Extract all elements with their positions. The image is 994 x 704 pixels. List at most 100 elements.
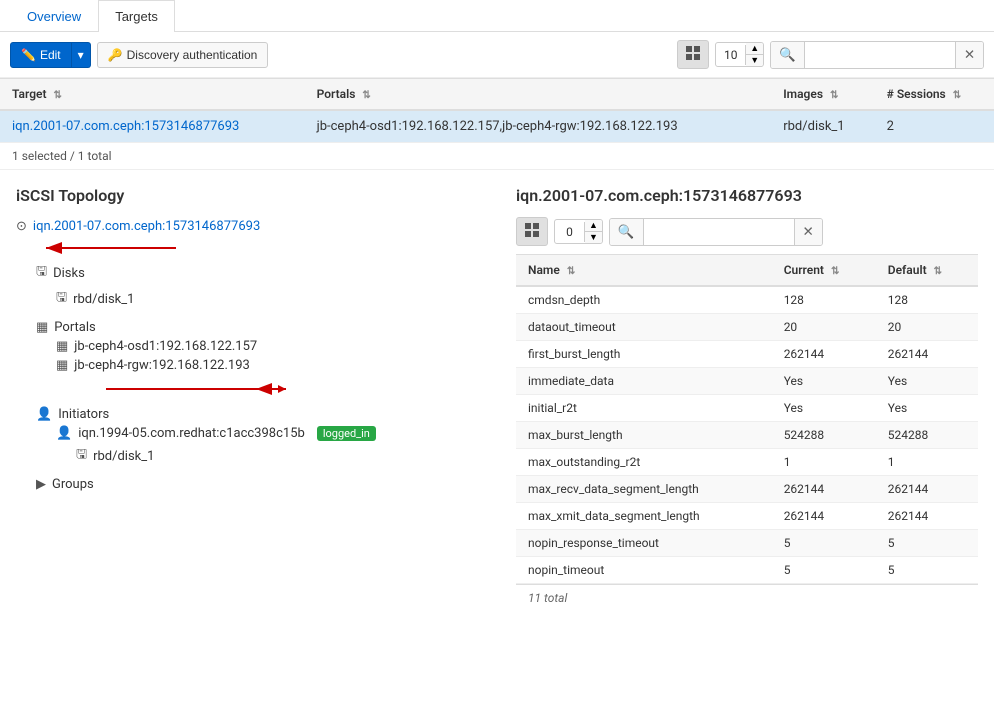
tree-item-disks[interactable]: 🖫 Disks <box>36 260 516 286</box>
sort-icon-sessions: ⇅ <box>953 90 961 101</box>
grid-icon <box>686 46 700 63</box>
settings-row[interactable]: max_recv_data_segment_length 262144 2621… <box>516 476 978 503</box>
panel-per-page-up[interactable]: ▲ <box>585 220 602 232</box>
settings-row[interactable]: cmdsn_depth 128 128 <box>516 286 978 314</box>
sort-icon-default: ⇅ <box>934 266 942 277</box>
tree-initiator-disk-label: rbd/disk_1 <box>93 449 154 464</box>
panel-search-clear-button[interactable]: ✕ <box>794 219 822 245</box>
tree-initiators-label: Initiators <box>58 407 109 422</box>
settings-header-row: Name ⇅ Current ⇅ Default ⇅ <box>516 255 978 287</box>
sort-icon-portals: ⇅ <box>362 90 370 101</box>
tree-node-initiator-disk: 🖫 rbd/disk_1 <box>76 443 516 469</box>
panel-per-page-down[interactable]: ▼ <box>585 232 602 243</box>
portal2-icon: ▦ <box>56 358 68 373</box>
panel-toolbar: 0 ▲ ▼ 🔍 ✕ <box>516 217 978 246</box>
settings-row[interactable]: nopin_timeout 5 5 <box>516 557 978 584</box>
tree-item-portal2[interactable]: ▦ jb-ceph4-rgw:192.168.122.193 <box>56 356 516 375</box>
panel-search-input[interactable] <box>644 220 794 244</box>
tree-portal1-label: jb-ceph4-osd1:192.168.122.157 <box>74 339 257 354</box>
tree-node-target: ⊙ iqn.2001-07.com.ceph:1573146877693 <box>16 217 516 494</box>
tab-targets[interactable]: Targets <box>98 0 175 32</box>
panel-search-box: 🔍 ✕ <box>609 218 823 246</box>
cell-setting-name: nopin_response_timeout <box>516 530 772 557</box>
tree-item-disk1[interactable]: 🖫 rbd/disk_1 <box>56 286 516 312</box>
settings-row[interactable]: immediate_data Yes Yes <box>516 368 978 395</box>
main-toolbar: ✏️ Edit ▾ 🔑 Discovery authentication 10 … <box>0 32 994 78</box>
tree-node-disks: 🖫 Disks 🖫 rbd/disk_1 <box>36 260 516 312</box>
cell-sessions: 2 <box>875 110 994 143</box>
tree-node-initiators: 👤 Initiators 👤 iqn.1994-05.com.redhat:c1… <box>36 405 516 469</box>
edit-dropdown-button[interactable]: ▾ <box>72 42 91 68</box>
initiators-icon: 👤 <box>36 407 52 422</box>
settings-row[interactable]: max_burst_length 524288 524288 <box>516 422 978 449</box>
cell-setting-current: 128 <box>772 286 876 314</box>
cell-target: iqn.2001-07.com.ceph:1573146877693 <box>0 110 305 143</box>
arrow-right-container <box>96 379 516 399</box>
per-page-arrows: ▲ ▼ <box>746 43 763 66</box>
panel-search-button[interactable]: 🔍 <box>610 219 644 245</box>
cell-setting-name: initial_r2t <box>516 395 772 422</box>
disks-icon: 🖫 <box>36 262 47 284</box>
tree-children-initiators: 👤 iqn.1994-05.com.redhat:c1acc398c15b lo… <box>36 424 516 469</box>
topology-panel: iSCSI Topology ⊙ iqn.2001-07.com.ceph:15… <box>16 186 516 611</box>
tree-item-portal1[interactable]: ▦ jb-ceph4-osd1:192.168.122.157 <box>56 337 516 356</box>
discovery-auth-button[interactable]: 🔑 Discovery authentication <box>97 42 269 68</box>
topology-title: iSCSI Topology <box>16 186 516 205</box>
tree-children-disks: 🖫 rbd/disk_1 <box>36 286 516 312</box>
settings-row[interactable]: max_outstanding_r2t 1 1 <box>516 449 978 476</box>
cell-setting-name: max_outstanding_r2t <box>516 449 772 476</box>
initiator1-icon: 👤 <box>56 426 72 441</box>
logged-in-badge: logged_in <box>317 426 376 441</box>
cell-setting-name: dataout_timeout <box>516 314 772 341</box>
tree-item-target[interactable]: ⊙ iqn.2001-07.com.ceph:1573146877693 <box>16 217 516 236</box>
tree-children-initiator1: 🖫 rbd/disk_1 <box>56 443 516 469</box>
panel-grid-icon <box>525 223 539 240</box>
cell-setting-name: max_xmit_data_segment_length <box>516 503 772 530</box>
col-header-sessions: # Sessions ⇅ <box>875 79 994 111</box>
settings-row[interactable]: first_burst_length 262144 262144 <box>516 341 978 368</box>
sort-icon-images: ⇅ <box>830 90 838 101</box>
settings-row[interactable]: nopin_response_timeout 5 5 <box>516 530 978 557</box>
panel-per-page-value: 0 <box>555 222 585 242</box>
tree-node-initiator1: 👤 iqn.1994-05.com.redhat:c1acc398c15b lo… <box>56 424 516 469</box>
tree-item-initiator-disk[interactable]: 🖫 rbd/disk_1 <box>76 443 516 469</box>
edit-button[interactable]: ✏️ Edit <box>10 42 72 68</box>
tree-children-portals: ▦ jb-ceph4-osd1:192.168.122.157 ▦ jb-cep… <box>36 337 516 375</box>
cell-setting-name: immediate_data <box>516 368 772 395</box>
tree-node-disk1: 🖫 rbd/disk_1 <box>56 286 516 312</box>
col-header-current: Current ⇅ <box>772 255 876 287</box>
panel-per-page-arrows: ▲ ▼ <box>585 220 602 243</box>
cell-setting-name: first_burst_length <box>516 341 772 368</box>
cell-setting-default: Yes <box>876 395 978 422</box>
tab-overview[interactable]: Overview <box>10 0 98 32</box>
settings-row[interactable]: initial_r2t Yes Yes <box>516 395 978 422</box>
table-row[interactable]: iqn.2001-07.com.ceph:1573146877693 jb-ce… <box>0 110 994 143</box>
search-button[interactable]: 🔍 <box>771 42 805 68</box>
tree-disks-label: Disks <box>53 266 85 281</box>
panel-grid-view-button[interactable] <box>516 217 548 246</box>
target-icon: ⊙ <box>16 219 27 234</box>
per-page-up[interactable]: ▲ <box>746 43 763 55</box>
tree-item-initiators[interactable]: 👤 Initiators <box>36 405 516 424</box>
cell-setting-default: 5 <box>876 530 978 557</box>
search-clear-button[interactable]: ✕ <box>955 42 983 68</box>
right-panel: iqn.2001-07.com.ceph:1573146877693 0 ▲ <box>516 186 978 611</box>
col-header-portals: Portals ⇅ <box>305 79 772 111</box>
tree-item-groups[interactable]: ▶ Groups <box>36 475 516 494</box>
tree-item-portals[interactable]: ▦ Portals <box>36 318 516 337</box>
col-header-default: Default ⇅ <box>876 255 978 287</box>
settings-row[interactable]: max_xmit_data_segment_length 262144 2621… <box>516 503 978 530</box>
table-header-row: Target ⇅ Portals ⇅ Images ⇅ # Sessions ⇅ <box>0 79 994 111</box>
targets-table: Target ⇅ Portals ⇅ Images ⇅ # Sessions ⇅… <box>0 78 994 143</box>
tree-node-portal2: ▦ jb-ceph4-rgw:192.168.122.193 <box>56 356 516 375</box>
total-row: 11 total <box>516 584 978 611</box>
tree-item-initiator1[interactable]: 👤 iqn.1994-05.com.redhat:c1acc398c15b lo… <box>56 424 516 443</box>
tree-children-target: 🖫 Disks 🖫 rbd/disk_1 <box>16 260 516 494</box>
per-page-down[interactable]: ▼ <box>746 55 763 66</box>
search-input[interactable] <box>805 43 955 67</box>
grid-view-button[interactable] <box>677 40 709 69</box>
sort-icon-name: ⇅ <box>567 266 575 277</box>
cell-setting-current: 262144 <box>772 503 876 530</box>
settings-row[interactable]: dataout_timeout 20 20 <box>516 314 978 341</box>
cell-setting-current: 1 <box>772 449 876 476</box>
